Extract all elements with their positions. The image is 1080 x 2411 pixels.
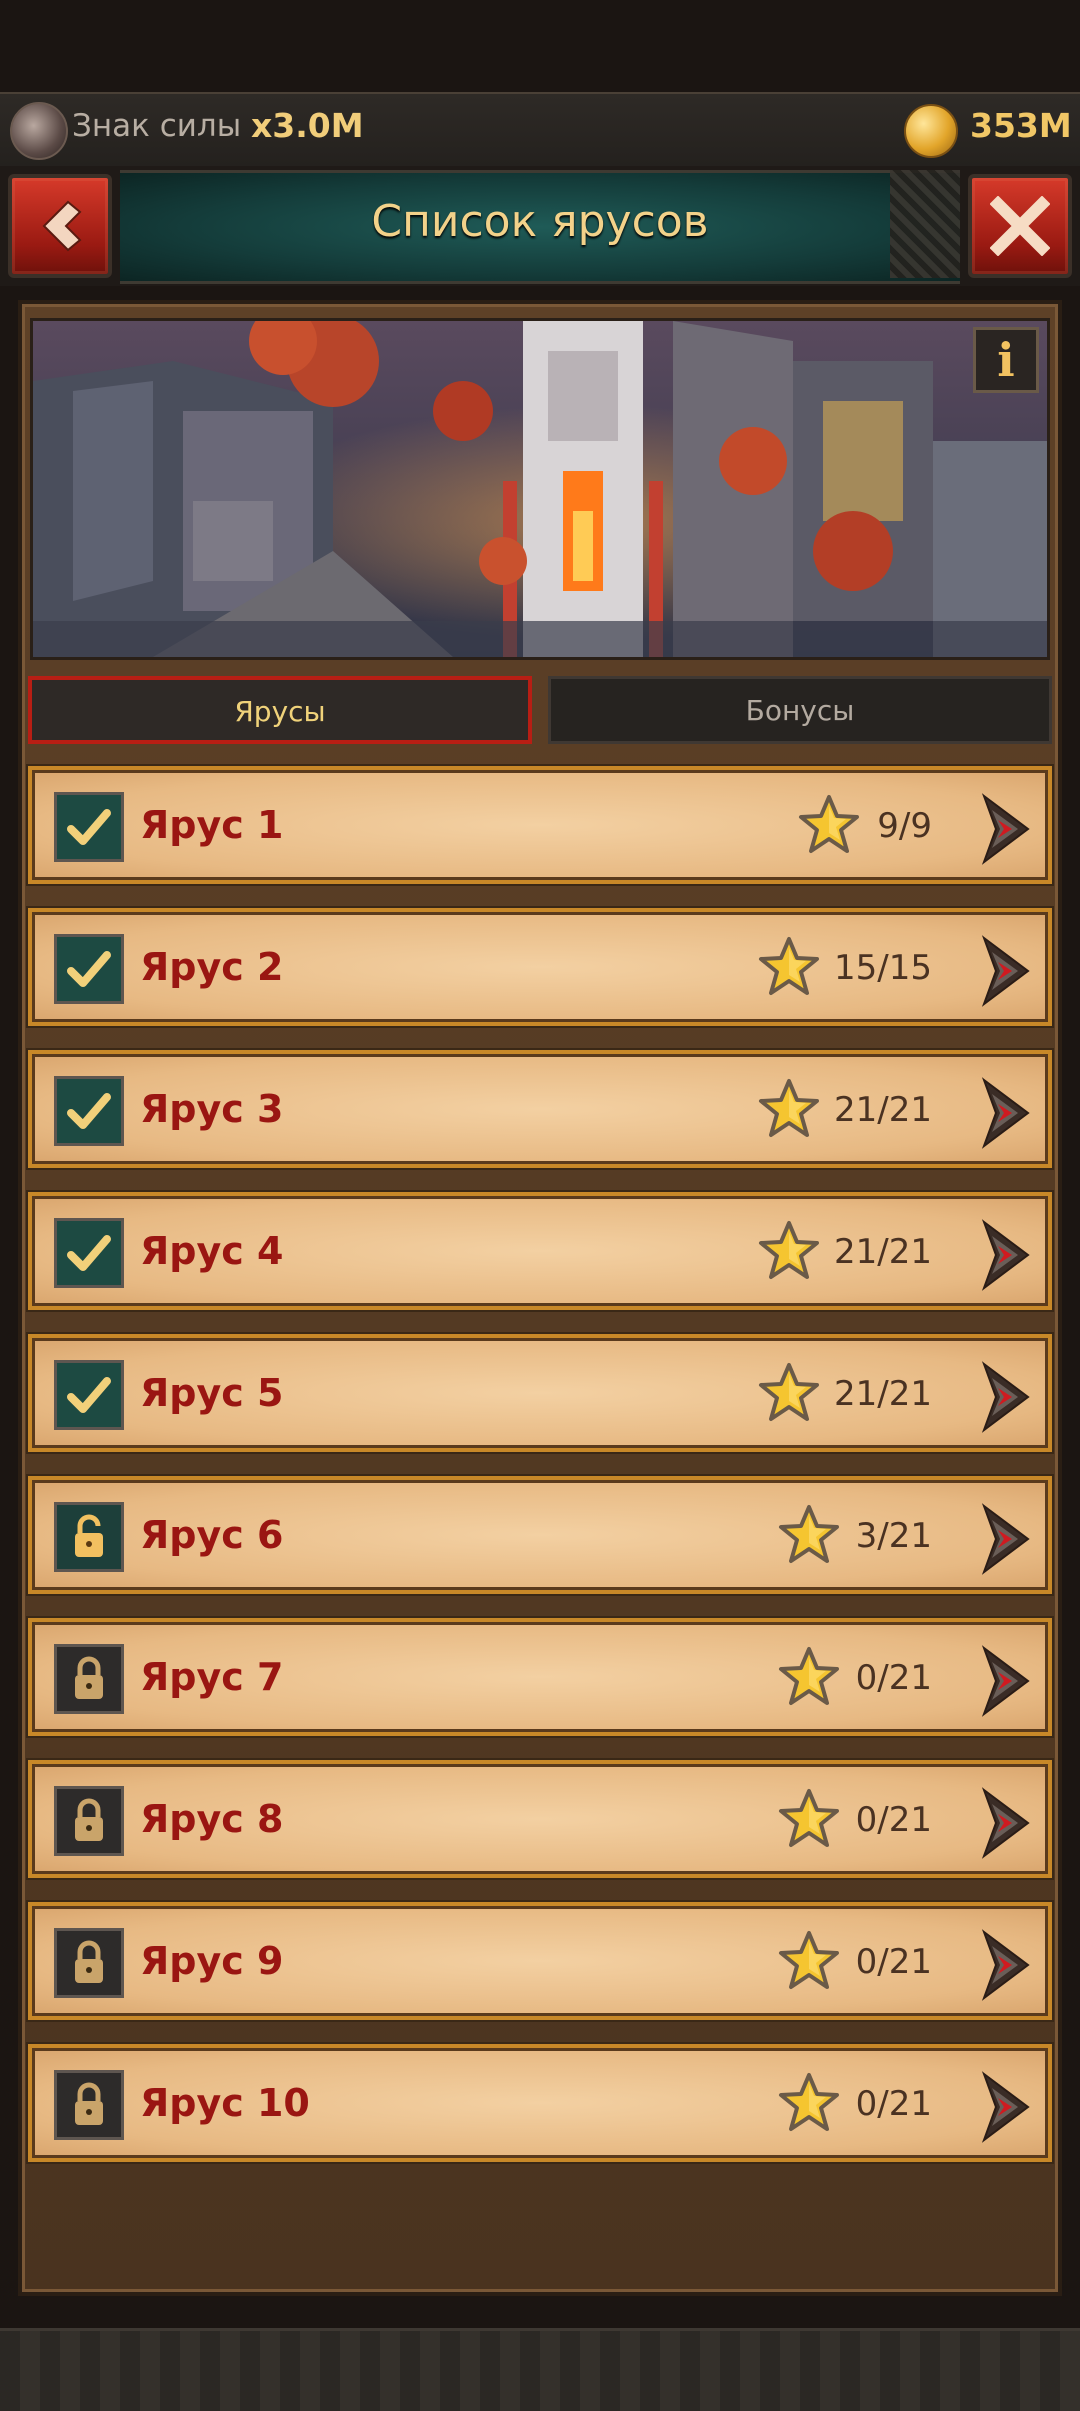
chevron-left-icon: [42, 200, 82, 252]
tier-name: Ярус 2: [140, 945, 284, 989]
tier-name: Ярус 9: [140, 1939, 284, 1983]
chevron-right-icon: [981, 1787, 1030, 1859]
completed-checkbox: [54, 1218, 124, 1288]
locked-status: [54, 1928, 124, 1998]
coin-amount: 353M: [970, 106, 1072, 145]
completed-checkbox: [54, 934, 124, 1004]
chevron-right-icon: [981, 1645, 1030, 1717]
tier-row[interactable]: Ярус 1 9/9: [28, 766, 1052, 884]
tier-star-count: 0/21: [855, 1800, 932, 1840]
tier-row[interactable]: Ярус 9 0/21: [28, 1902, 1052, 2020]
dungeon-banner-image: i: [30, 318, 1050, 660]
locked-status: [54, 2070, 124, 2140]
padlock-icon: [75, 1656, 103, 1699]
tier-row[interactable]: Ярус 6 3/21: [28, 1476, 1052, 1594]
chevron-right-icon: [981, 1929, 1030, 2001]
checkmark-icon: [67, 951, 111, 987]
close-button[interactable]: [968, 174, 1072, 278]
go-arrow-button[interactable]: [978, 1218, 1032, 1292]
resource-bar: Знак силы x3.0M 353M: [0, 92, 1080, 168]
tier-row[interactable]: Ярус 7 0/21: [28, 1618, 1052, 1736]
go-arrow-button[interactable]: [978, 1076, 1032, 1150]
info-button[interactable]: i: [973, 327, 1039, 393]
go-arrow-button[interactable]: [978, 1644, 1032, 1718]
star-icon: [778, 1788, 840, 1850]
tier-row[interactable]: Ярус 8 0/21: [28, 1760, 1052, 1878]
go-arrow-button[interactable]: [978, 1502, 1032, 1576]
coin-icon: [904, 104, 958, 158]
resource-multiplier: x3.0M: [251, 106, 364, 145]
header: Список ярусов: [0, 166, 1080, 286]
star-icon: [758, 1078, 820, 1140]
bottom-decor-strip: [0, 2328, 1080, 2411]
go-arrow-button[interactable]: [978, 1928, 1032, 2002]
tier-name: Ярус 7: [140, 1655, 284, 1699]
tier-star-count: 21/21: [834, 1374, 932, 1414]
completed-checkbox: [54, 792, 124, 862]
castle-illustration: [33, 321, 1047, 657]
tab-tiers[interactable]: Ярусы: [28, 676, 532, 744]
resource-label: Знак силы: [72, 108, 242, 144]
tier-name: Ярус 5: [140, 1371, 284, 1415]
checkmark-icon: [67, 809, 111, 845]
unlocked-padlock-icon: [75, 1514, 103, 1557]
chevron-right-icon: [981, 1077, 1030, 1149]
star-icon: [778, 1646, 840, 1708]
checkmark-icon: [67, 1093, 111, 1129]
padlock-icon: [75, 1798, 103, 1841]
tier-star-count: 21/21: [834, 1232, 932, 1272]
locked-status: [54, 1644, 124, 1714]
tier-name: Ярус 6: [140, 1513, 284, 1557]
star-icon: [778, 1930, 840, 1992]
tier-star-count: 21/21: [834, 1090, 932, 1130]
go-arrow-button[interactable]: [978, 1360, 1032, 1434]
go-arrow-button[interactable]: [978, 2070, 1032, 2144]
padlock-icon: [75, 2082, 103, 2125]
tier-name: Ярус 3: [140, 1087, 284, 1131]
completed-checkbox: [54, 1360, 124, 1430]
chevron-right-icon: [981, 793, 1030, 865]
tier-star-count: 0/21: [855, 2084, 932, 2124]
checkmark-icon: [67, 1235, 111, 1271]
star-icon: [778, 2072, 840, 2134]
tier-row[interactable]: Ярус 2 15/15: [28, 908, 1052, 1026]
checkmark-icon: [67, 1377, 111, 1413]
chevron-right-icon: [981, 1361, 1030, 1433]
power-sign-icon: [10, 102, 68, 160]
tier-name: Ярус 1: [140, 803, 284, 847]
tier-name: Ярус 4: [140, 1229, 284, 1273]
completed-checkbox: [54, 1076, 124, 1146]
page-title: Список ярусов: [371, 196, 709, 247]
tier-name: Ярус 10: [140, 2081, 310, 2125]
unlocked-status: [54, 1502, 124, 1572]
tier-row[interactable]: Ярус 4 21/21: [28, 1192, 1052, 1310]
star-icon: [798, 794, 860, 856]
go-arrow-button[interactable]: [978, 792, 1032, 866]
close-icon: [990, 196, 1050, 256]
chevron-right-icon: [981, 1503, 1030, 1575]
chevron-right-icon: [981, 1219, 1030, 1291]
tier-row[interactable]: Ярус 3 21/21: [28, 1050, 1052, 1168]
chevron-right-icon: [981, 2071, 1030, 2143]
tab-bonuses[interactable]: Бонусы: [548, 676, 1052, 744]
tier-star-count: 3/21: [855, 1516, 932, 1556]
tier-star-count: 0/21: [855, 1658, 932, 1698]
tier-star-count: 15/15: [834, 948, 932, 988]
tier-name: Ярус 8: [140, 1797, 284, 1841]
go-arrow-button[interactable]: [978, 934, 1032, 1008]
locked-status: [54, 1786, 124, 1856]
star-icon: [758, 1220, 820, 1282]
go-arrow-button[interactable]: [978, 1786, 1032, 1860]
tier-row[interactable]: Ярус 5 21/21: [28, 1334, 1052, 1452]
padlock-icon: [75, 1940, 103, 1983]
star-icon: [758, 936, 820, 998]
tier-star-count: 9/9: [877, 806, 932, 846]
tier-star-count: 0/21: [855, 1942, 932, 1982]
star-icon: [758, 1362, 820, 1424]
tier-row[interactable]: Ярус 10 0/21: [28, 2044, 1052, 2162]
chevron-right-icon: [981, 935, 1030, 1007]
star-icon: [778, 1504, 840, 1566]
back-button[interactable]: [8, 174, 112, 278]
